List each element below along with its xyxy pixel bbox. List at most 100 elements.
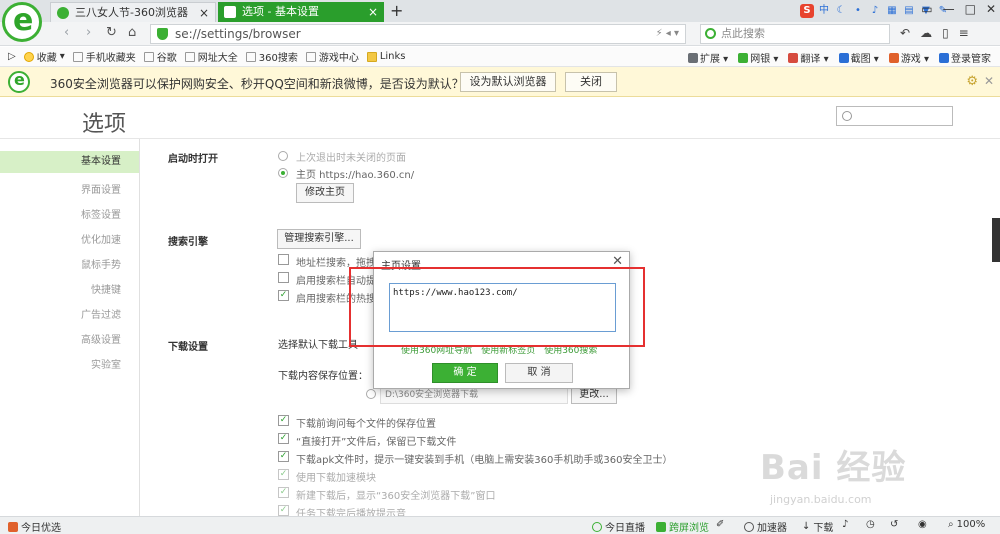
punctuation-icon[interactable]: • <box>851 4 865 18</box>
play-sound-checkbox[interactable]: ✓ <box>278 505 289 516</box>
refresh-icon[interactable]: ↻ <box>106 25 117 40</box>
sidebar-item-interface[interactable]: 界面设置 <box>81 181 121 196</box>
bookmark-hao[interactable]: 网址大全 <box>184 49 238 64</box>
daily-picks-button[interactable]: 今日优选 <box>8 519 61 534</box>
url-input[interactable]: se://settings/browser ⚡ ◂ ▾ <box>150 24 686 44</box>
games-button[interactable]: 游戏 ▾ <box>888 50 929 65</box>
url-dropdown-icon[interactable]: ⚡ ◂ ▾ <box>656 25 679 43</box>
startup-last-radio[interactable] <box>278 151 288 161</box>
accelerator-button[interactable]: 加速器 <box>744 519 787 534</box>
bookmark-games[interactable]: 游戏中心 <box>305 49 359 64</box>
close-tab-icon[interactable]: × <box>199 3 209 23</box>
sidebar-toggle-icon[interactable]: ▷ <box>8 51 16 62</box>
close-icon[interactable]: ✕ <box>984 74 994 88</box>
hot-search-checkbox[interactable]: ✓ <box>278 290 289 301</box>
forward-icon[interactable]: › <box>86 25 91 40</box>
address-search-checkbox[interactable] <box>278 254 289 265</box>
new-tab-button[interactable]: + <box>390 0 403 22</box>
cross-screen-button[interactable]: 跨屏浏览 <box>656 519 709 534</box>
sound-icon[interactable]: ♪ <box>842 519 848 530</box>
phone-icon[interactable]: ▯ <box>942 26 949 40</box>
manage-search-engines-button[interactable]: 管理搜索引擎... <box>277 229 361 249</box>
use-new-tab-link[interactable]: 使用新标签页 <box>481 343 535 356</box>
sidebar-item-gestures[interactable]: 鼠标手势 <box>81 256 121 271</box>
settings-search-input[interactable] <box>836 106 953 126</box>
mic-icon[interactable]: ♪ <box>868 4 882 18</box>
sidebar-item-speed[interactable]: 优化加速 <box>81 231 121 246</box>
ime-mode-icon[interactable]: 中 <box>817 4 831 18</box>
modify-home-button[interactable]: 修改主页 <box>296 183 354 203</box>
bookmark-google[interactable]: 谷歌 <box>143 49 177 64</box>
address-search-label: 地址栏搜索，拖拽 <box>296 258 376 269</box>
cloud-icon[interactable]: ☁ <box>920 26 932 40</box>
keep-opened-file-checkbox[interactable]: ✓ <box>278 433 289 444</box>
startup-home-radio[interactable] <box>278 168 288 178</box>
moon-icon[interactable]: ☾ <box>834 4 848 18</box>
home-url-textarea[interactable]: https://www.hao123.com/ <box>389 283 616 332</box>
status-label: 今日直播 <box>605 523 645 534</box>
set-default-button[interactable]: 设为默认浏览器 <box>460 72 556 92</box>
360-browser-logo[interactable] <box>2 2 42 42</box>
live-button[interactable]: 今日直播 <box>592 519 645 534</box>
sidebar-item-advanced[interactable]: 高级设置 <box>81 331 121 346</box>
phone-icon <box>656 521 666 532</box>
startup-last-label: 上次退出时未关闭的页面 <box>296 153 406 164</box>
undo-icon[interactable]: ↶ <box>900 26 910 40</box>
search-placeholder: 点此搜索 <box>721 27 765 40</box>
close-tab-icon[interactable]: × <box>368 2 378 22</box>
menu-icon[interactable]: ≡ <box>959 26 969 40</box>
minimize-icon[interactable]: — <box>943 2 955 16</box>
cancel-button[interactable]: 取 消 <box>505 363 573 383</box>
history-icon[interactable]: ◷ <box>866 519 875 530</box>
back-icon[interactable]: ‹ <box>64 25 69 40</box>
gear-icon[interactable]: ⚙ <box>966 74 978 89</box>
download-option-label: “直接打开”文件后，保留已下载文件 <box>296 437 457 448</box>
ask-save-location-checkbox[interactable]: ✓ <box>278 415 289 426</box>
download-accelerate-checkbox[interactable]: ✓ <box>278 469 289 480</box>
download-option-label: 使用下载加速模块 <box>296 473 376 484</box>
bookmark-favorites[interactable]: 收藏 ▾ <box>23 49 65 64</box>
sidebar-item-adblock[interactable]: 广告过滤 <box>81 306 121 321</box>
keyboard-icon[interactable]: ▦ <box>885 4 899 18</box>
close-icon[interactable]: ✕ <box>612 254 623 269</box>
bookmark-label: 手机收藏夹 <box>85 53 136 64</box>
restore-window-icon[interactable]: ▭ <box>921 2 932 16</box>
zoom-button[interactable]: ⌕ 100% <box>948 519 985 530</box>
sogou-icon[interactable]: S <box>800 4 814 18</box>
bank-button[interactable]: 网银 ▾ <box>738 50 778 65</box>
extensions-button[interactable]: 扩展 ▾ <box>688 50 728 65</box>
home-icon[interactable]: ⌂ <box>128 25 136 40</box>
sidebar-item-lab[interactable]: 实验室 <box>91 356 121 371</box>
use-360-nav-link[interactable]: 使用360网址导航 <box>401 343 472 356</box>
ok-button[interactable]: 确 定 <box>432 363 498 383</box>
use-360-search-link[interactable]: 使用360搜索 <box>544 343 597 356</box>
tab-settings[interactable]: 选项 - 基本设置 × <box>218 2 384 22</box>
tab-360[interactable]: 三八女人节-360浏览器 × <box>50 2 216 22</box>
side-panel-handle[interactable] <box>992 218 1000 262</box>
sidebar-item-tabs[interactable]: 标签设置 <box>81 206 121 221</box>
close-window-icon[interactable]: ✕ <box>986 2 996 16</box>
grid-icon[interactable]: ▤ <box>902 4 916 18</box>
search-suggest-checkbox[interactable] <box>278 272 289 283</box>
bookmark-links[interactable]: Links <box>366 51 406 62</box>
sidebar-item-shortcuts[interactable]: 快捷键 <box>91 281 121 296</box>
bookmark-360search[interactable]: 360搜索 <box>245 49 298 64</box>
screenshot-button[interactable]: 截图 ▾ <box>838 50 879 65</box>
infobar-close-button[interactable]: 关闭 <box>565 72 617 92</box>
custom-path-radio[interactable] <box>366 389 376 399</box>
clean-icon[interactable]: ✐ <box>716 519 724 530</box>
show-download-window-checkbox[interactable]: ✓ <box>278 487 289 498</box>
undo-icon[interactable]: ↺ <box>890 519 898 530</box>
translate-button[interactable]: 翻译 ▾ <box>788 50 829 65</box>
sidebar-item-basic[interactable]: 基本设置 <box>0 151 139 173</box>
tool-label: 扩展 <box>700 53 720 65</box>
apk-install-checkbox[interactable]: ✓ <box>278 451 289 462</box>
search-input[interactable]: 点此搜索 <box>700 24 890 44</box>
maximize-icon[interactable]: □ <box>965 2 976 16</box>
login-manager-button[interactable]: 登录管家 <box>939 50 991 65</box>
download-path-field[interactable]: D:\360安全浏览器下载 <box>380 387 568 404</box>
bookmark-mobile[interactable]: 手机收藏夹 <box>72 49 136 64</box>
download-button[interactable]: ↓ 下载 <box>802 519 833 534</box>
wifi-icon[interactable]: ◉ <box>918 519 927 530</box>
speed-icon <box>744 521 754 532</box>
